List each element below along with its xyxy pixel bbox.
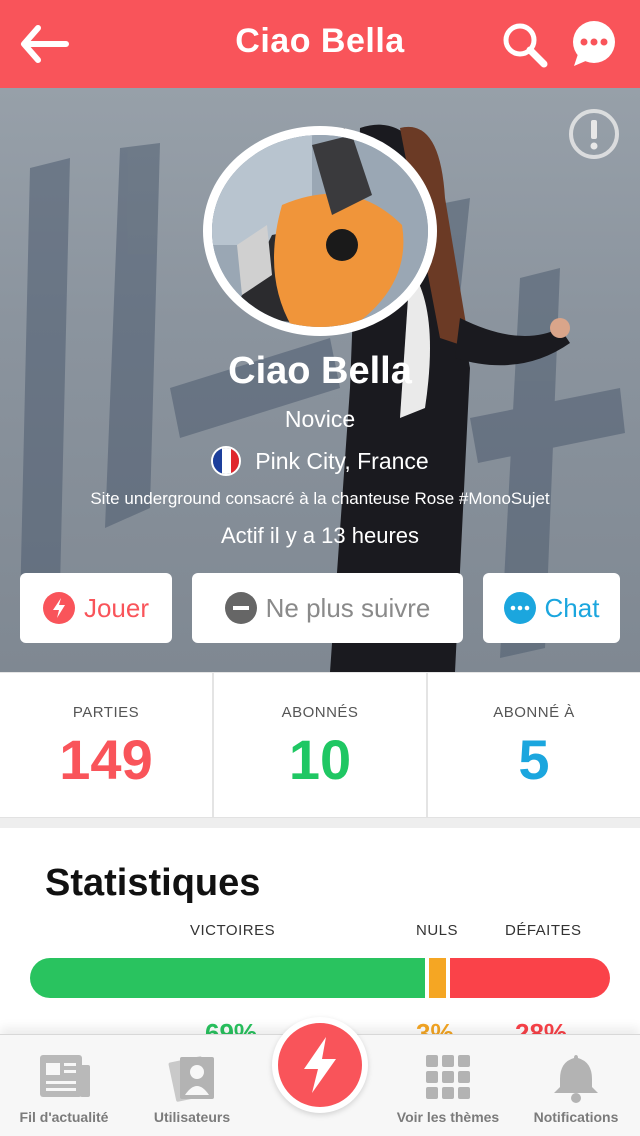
tab-users-label: Utilisateurs [153,1109,231,1125]
avatar [203,126,437,336]
profile-counters: PARTIES 149 ABONNÉS 10 ABONNÉ À 5 [0,672,640,818]
report-icon[interactable] [568,108,620,160]
draws-label: NULS [416,922,459,939]
profile-location: Pink City, France [0,446,640,476]
games-counter[interactable]: PARTIES 149 [0,673,214,817]
users-icon [162,1051,222,1103]
followers-counter-value: 10 [288,728,352,791]
grid-icon [418,1051,478,1103]
minus-circle-icon [224,592,257,624]
top-bar: Ciao Bella [0,0,640,88]
followers-counter-label: ABONNÉS [281,704,359,721]
location-label: Pink City, France [255,447,429,474]
games-counter-label: PARTIES [72,704,140,721]
tab-play-button[interactable] [272,1017,368,1113]
last-active: Actif il y a 13 heures [220,523,420,548]
following-counter-label: ABONNÉ À [493,704,575,721]
losses-segment [450,958,610,998]
unfollow-button-label: Ne plus suivre [265,592,431,623]
wins-label: VICTOIRES [190,922,276,939]
following-counter-value: 5 [518,728,550,791]
france-flag-icon [211,446,242,476]
chat-bubble-icon[interactable] [568,18,620,70]
lightning-icon [42,592,75,624]
tab-notifications-label: Notifications [533,1109,619,1125]
bell-icon [546,1051,606,1103]
followers-counter[interactable]: ABONNÉS 10 [214,673,428,817]
profile-name: Ciao Bella [228,350,412,392]
wins-segment [30,958,425,998]
chat-bubble-icon [503,592,536,624]
tab-themes-label: Voir les thèmes [396,1109,500,1125]
play-button-label: Jouer [83,592,150,623]
tab-notifications[interactable]: Notifications [512,1035,640,1136]
tab-users[interactable]: Utilisateurs [128,1035,256,1136]
statistics-title: Statistiques [45,862,261,904]
chat-button[interactable]: Chat [483,573,620,643]
games-counter-value: 149 [59,728,153,791]
play-button[interactable]: Jouer [20,573,172,643]
profile-header: Ciao Bella Novice Pink City, France Site… [0,88,640,672]
draws-segment [429,958,446,998]
chat-button-label: Chat [544,592,600,623]
tab-news-feed[interactable]: Fil d'actualité [0,1035,128,1136]
profile-description: Site underground consacré à la chanteuse… [90,489,550,508]
losses-label: DÉFAITES [505,922,582,939]
following-counter[interactable]: ABONNÉ À 5 [428,673,640,817]
profile-rank: Novice [284,406,356,432]
section-divider [0,818,640,828]
tab-themes[interactable]: Voir les thèmes [384,1035,512,1136]
search-icon[interactable] [498,18,550,70]
results-bar [30,958,610,998]
lightning-icon [304,1037,336,1093]
newspaper-icon [34,1051,94,1103]
unfollow-button[interactable]: Ne plus suivre [192,573,463,643]
